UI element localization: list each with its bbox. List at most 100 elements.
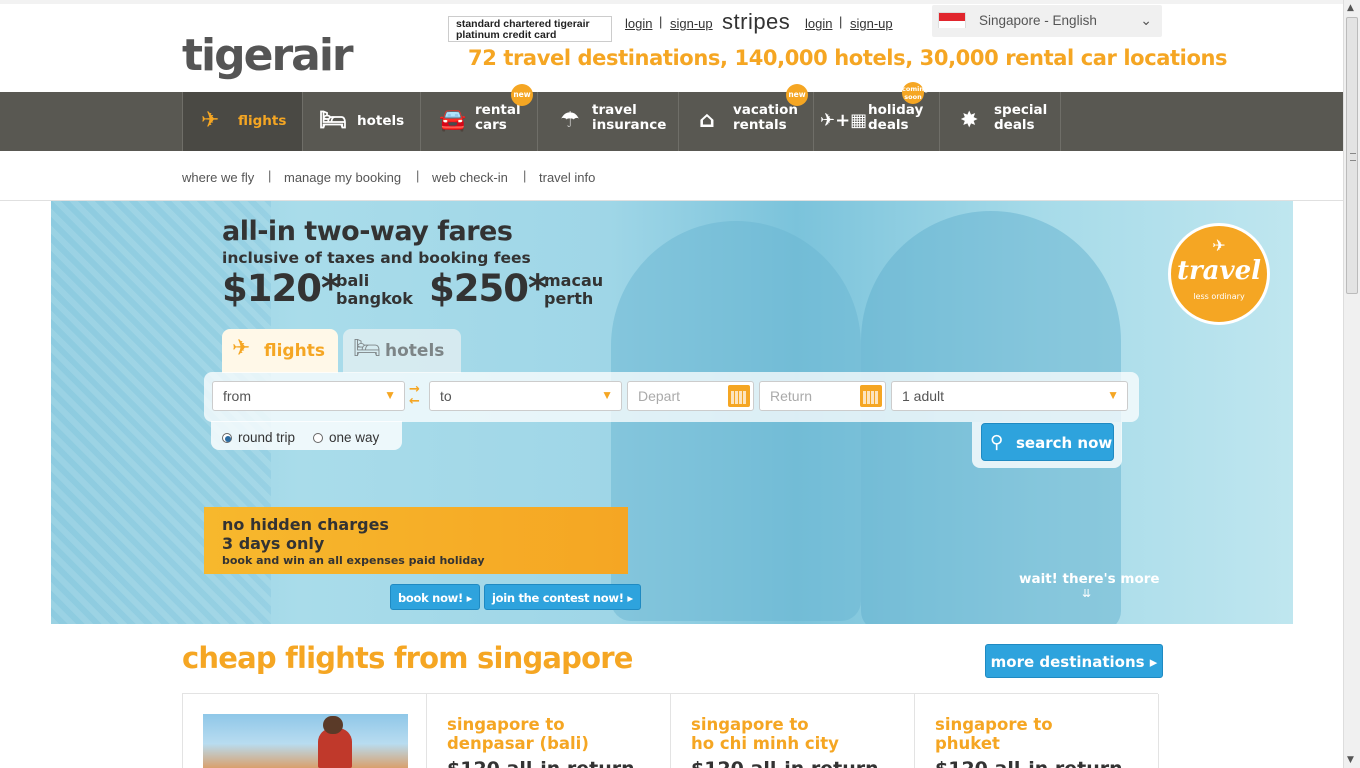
nav-rental-cars[interactable]: 🚘 rental cars new: [420, 84, 537, 151]
depart-placeholder: Depart: [638, 388, 681, 404]
separator: |: [839, 14, 843, 29]
nav-label: rentals: [733, 117, 787, 133]
promo-headline: all-in two-way fares: [222, 216, 513, 247]
umbrella-icon: ☂: [560, 108, 580, 133]
scroll-up-arrow-icon[interactable]: ▲: [1347, 3, 1354, 13]
main-nav: ✈ flights 🛏 hotels 🚘 rental cars new ☂ t…: [0, 82, 1343, 151]
subnav-travel-info[interactable]: travel info: [539, 170, 595, 185]
chevron-down-icon: ▼: [601, 388, 613, 402]
nav-special-deals[interactable]: ✸ special deals: [939, 92, 1061, 151]
calendar-icon[interactable]: [728, 385, 750, 407]
scrollbar-thumb[interactable]: [1346, 17, 1358, 294]
tab-hotels[interactable]: 🛏 hotels: [343, 329, 461, 373]
signup-link[interactable]: sign-up: [670, 16, 713, 31]
banner-line-2: 3 days only: [222, 534, 325, 553]
price-2-dest-a: macau: [544, 271, 604, 290]
stripes-logo: stripes: [722, 9, 791, 34]
page-scrollbar[interactable]: ▲ ▼: [1343, 0, 1360, 768]
credit-card-promo-link[interactable]: standard chartered tigerair platinum cre…: [448, 16, 612, 42]
subnav-manage-booking[interactable]: manage my booking: [284, 170, 401, 185]
nav-label: deals: [994, 117, 1035, 133]
nav-holiday-deals[interactable]: ✈+▦ holiday deals coming soon: [813, 82, 939, 151]
banner-line-3: book and win an all expenses paid holida…: [222, 554, 485, 567]
radio-button[interactable]: [313, 433, 323, 444]
join-contest-button[interactable]: join the contest now! ▸: [484, 584, 641, 610]
nav-label: rental: [475, 102, 521, 118]
login-link[interactable]: login: [625, 16, 652, 31]
plane-icon: ✈: [201, 108, 220, 133]
tab-flights[interactable]: ✈ flights: [222, 329, 338, 373]
price-1: $120*: [222, 267, 340, 310]
contest-banner[interactable]: no hidden charges 3 days only book and w…: [204, 507, 628, 574]
round-trip-label: round trip: [238, 430, 296, 445]
round-trip-radio[interactable]: round trip: [222, 430, 295, 445]
country-language-select[interactable]: Singapore - English ⌄: [932, 5, 1162, 37]
search-icon: ⚲: [990, 432, 1004, 453]
hero-banner: all-in two-way fares inclusive of taxes …: [51, 201, 1293, 624]
photo-person: [318, 728, 352, 768]
nav-label: deals: [868, 117, 909, 133]
nav-label: insurance: [592, 117, 667, 133]
star-burst-icon: ✸: [960, 108, 979, 133]
double-chevron-down-icon[interactable]: ⇊: [1082, 587, 1091, 600]
scroll-down-arrow-icon[interactable]: ▼: [1347, 755, 1354, 765]
more-destinations-button[interactable]: more destinations ▸: [985, 644, 1163, 678]
subnav-web-checkin[interactable]: web check-in: [432, 170, 508, 185]
promo-subheadline: inclusive of taxes and booking fees: [222, 249, 531, 267]
separator: |: [523, 168, 527, 183]
return-date-input[interactable]: Return: [759, 381, 886, 411]
nav-vacation-rentals[interactable]: ⌂ vacation rentals new: [678, 84, 813, 151]
route-price: $120 all-in return: [935, 758, 1123, 768]
travel-less-ordinary-badge: ✈ travel less ordinary: [1168, 223, 1270, 325]
nav-label: flights: [238, 113, 287, 129]
house-icon: ⌂: [699, 108, 715, 133]
nav-label: special: [994, 102, 1048, 118]
route-from: singapore to: [935, 715, 1053, 734]
badge-subtitle: less ordinary: [1193, 292, 1245, 301]
banner-line-1: no hidden charges: [222, 515, 389, 534]
coming-soon-badge: coming soon: [902, 82, 929, 104]
price-1-dest-b: bangkok: [336, 289, 413, 308]
book-now-button[interactable]: book now! ▸: [390, 584, 481, 610]
separator: |: [268, 168, 272, 183]
bed-icon: 🛏: [319, 108, 347, 133]
card-divider: [670, 694, 671, 768]
bed-icon: 🛏: [353, 336, 381, 361]
plane-hotel-icon: ✈+▦: [820, 110, 868, 131]
nav-label: holiday: [868, 102, 924, 118]
nav-label: vacation: [733, 102, 798, 118]
swap-icon[interactable]: → ←: [409, 383, 420, 408]
nav-travel-insurance[interactable]: ☂ travel insurance: [537, 92, 678, 151]
destination-photo[interactable]: [203, 714, 408, 768]
search-now-button[interactable]: ⚲ search now: [981, 423, 1114, 461]
route-from: singapore to: [447, 715, 565, 734]
stripes-login-link[interactable]: login: [805, 16, 832, 31]
route-price: $120 all-in return: [447, 758, 635, 768]
card-divider: [426, 694, 427, 768]
stripes-signup-link[interactable]: sign-up: [850, 16, 893, 31]
route-card-hcmc[interactable]: singapore to ho chi minh city: [691, 715, 839, 753]
one-way-radio[interactable]: one way: [313, 430, 379, 445]
one-way-label: one way: [329, 430, 380, 445]
route-to: denpasar (bali): [447, 734, 589, 753]
nav-flights[interactable]: ✈ flights: [182, 92, 302, 151]
to-select[interactable]: to ▼: [429, 381, 622, 411]
route-card-bali[interactable]: singapore to denpasar (bali): [447, 715, 589, 753]
tab-label: hotels: [385, 341, 445, 361]
route-from: singapore to: [691, 715, 809, 734]
tigerair-logo[interactable]: tigerair: [182, 30, 354, 81]
nav-hotels[interactable]: 🛏 hotels: [302, 92, 420, 151]
route-to: ho chi minh city: [691, 734, 839, 753]
country-label: Singapore - English: [979, 13, 1097, 28]
passengers-select[interactable]: 1 adult ▼: [891, 381, 1128, 411]
from-select[interactable]: from ▼: [212, 381, 405, 411]
subnav-where-we-fly[interactable]: where we fly: [182, 170, 254, 185]
radio-button[interactable]: [222, 433, 232, 444]
separator: |: [416, 168, 420, 183]
chevron-down-icon: ▼: [384, 388, 396, 402]
route-card-phuket[interactable]: singapore to phuket: [935, 715, 1053, 753]
wait-theres-more-link[interactable]: wait! there's more: [1019, 571, 1160, 587]
depart-date-input[interactable]: Depart: [627, 381, 754, 411]
calendar-icon[interactable]: [860, 385, 882, 407]
price-2: $250*: [429, 267, 547, 310]
